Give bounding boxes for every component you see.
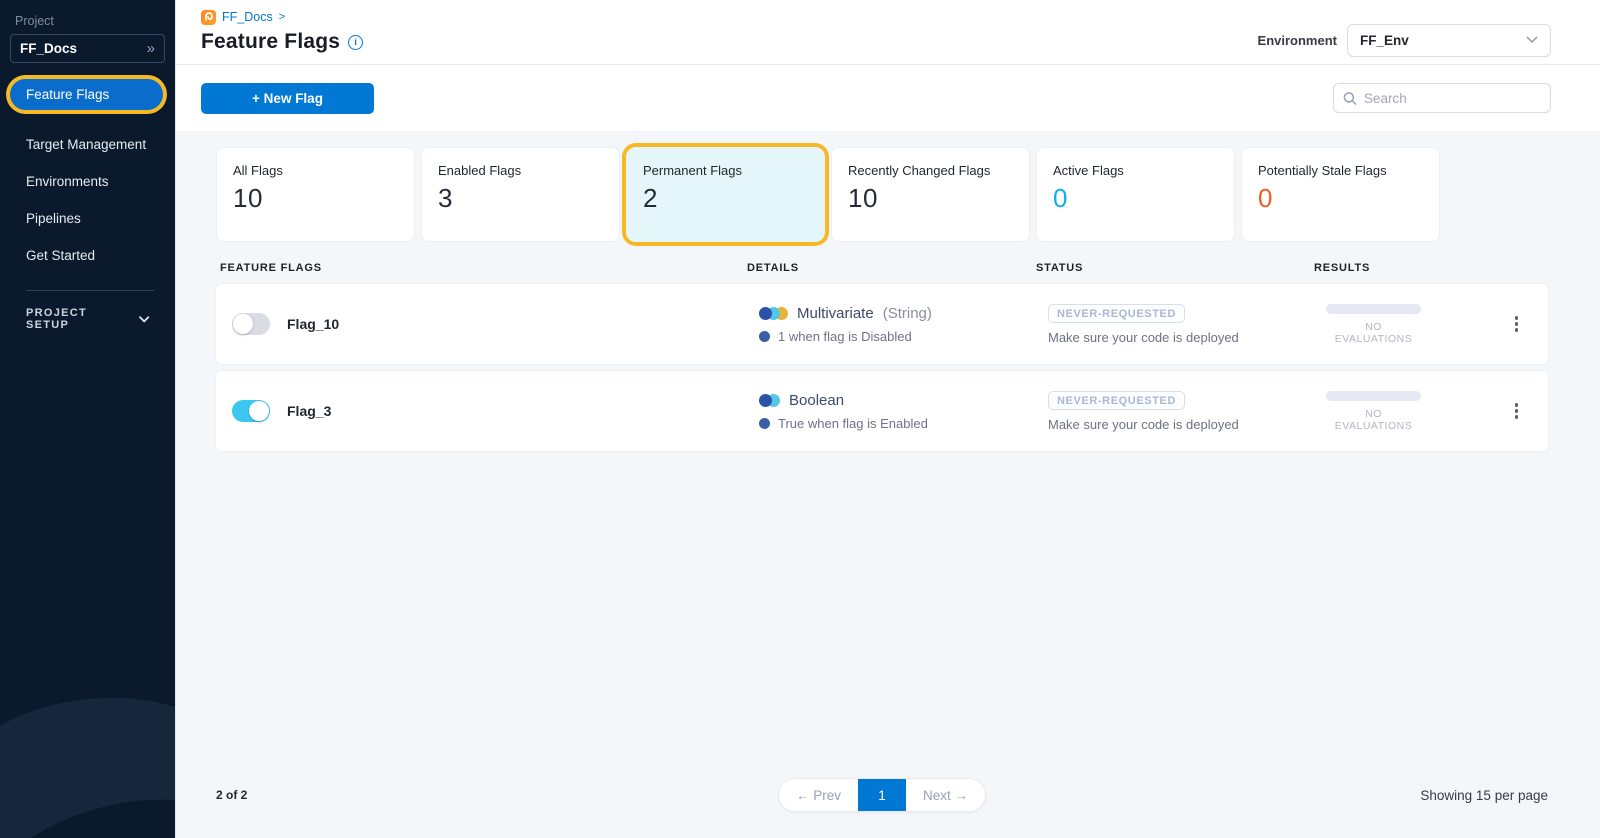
sidebar-item-get-started[interactable]: Get Started <box>0 237 175 274</box>
stat-card-potentially-stale-flags[interactable]: Potentially Stale Flags 0 <box>1241 147 1440 242</box>
flags-table: Flag_10 Multivariate (String) 1 when fla… <box>216 284 1548 451</box>
column-header-status: STATUS <box>1036 262 1314 274</box>
stat-value: 10 <box>233 183 398 214</box>
row-menu-kebab-icon[interactable] <box>1511 399 1523 423</box>
sidebar: Project FF_Docs » Feature Flags Target M… <box>0 0 176 838</box>
stat-label: Potentially Stale Flags <box>1258 163 1423 178</box>
environment-value: FF_Env <box>1360 33 1409 48</box>
results-note: NO EVALUATIONS <box>1326 321 1421 345</box>
boolean-icon <box>759 394 780 407</box>
flag-kind: Multivariate <box>797 305 874 322</box>
table-footer: 2 of 2 ← Prev 1 Next → Showing 15 per pa… <box>216 778 1548 838</box>
stat-label: All Flags <box>233 163 398 178</box>
results-bar <box>1326 304 1421 314</box>
project-label: Project <box>15 14 175 28</box>
chevron-down-icon <box>139 316 149 323</box>
table-row[interactable]: Flag_3 Boolean True when flag is Enabled <box>216 371 1548 451</box>
page-title: Feature Flags <box>201 30 340 54</box>
chevron-right-icon: > <box>279 11 285 23</box>
search-input[interactable] <box>1364 91 1541 106</box>
column-header-details: DETAILS <box>747 262 1036 274</box>
results-bar <box>1326 391 1421 401</box>
stat-label: Active Flags <box>1053 163 1218 178</box>
row-menu-kebab-icon[interactable] <box>1511 312 1523 336</box>
flag-name[interactable]: Flag_3 <box>287 403 331 419</box>
variation-dot-icon <box>759 418 770 429</box>
stat-value: 0 <box>1258 183 1423 214</box>
table-header: FEATURE FLAGS DETAILS STATUS RESULTS <box>216 242 1548 284</box>
environment-select[interactable]: FF_Env <box>1347 24 1551 57</box>
flag-name[interactable]: Flag_10 <box>287 316 339 332</box>
multivariate-icon <box>759 307 788 320</box>
status-badge: NEVER-REQUESTED <box>1048 304 1185 323</box>
row-count: 2 of 2 <box>216 788 436 802</box>
table-row[interactable]: Flag_10 Multivariate (String) 1 when fla… <box>216 284 1548 364</box>
flag-toggle[interactable] <box>232 400 270 422</box>
status-badge: NEVER-REQUESTED <box>1048 391 1185 410</box>
page-number-button[interactable]: 1 <box>858 779 906 811</box>
flag-kind: Boolean <box>789 392 844 409</box>
search-box <box>1333 83 1551 113</box>
stat-label: Recently Changed Flags <box>848 163 1013 178</box>
project-selector[interactable]: FF_Docs » <box>10 34 165 63</box>
page-header: FF_Docs > Feature Flags i Environment FF… <box>176 0 1600 65</box>
stat-card-all-flags[interactable]: All Flags 10 <box>216 147 415 242</box>
project-setup-label: PROJECT SETUP <box>26 307 129 331</box>
prev-page-button[interactable]: ← Prev <box>779 779 858 811</box>
status-note: Make sure your code is deployed <box>1048 330 1326 345</box>
stat-value: 10 <box>848 183 1013 214</box>
default-rule: True when flag is Enabled <box>778 416 928 431</box>
default-rule: 1 when flag is Disabled <box>778 329 912 344</box>
sidebar-item-target-management[interactable]: Target Management <box>0 126 175 163</box>
content: All Flags 10 Enabled Flags 3 Permanent F… <box>176 131 1600 838</box>
stat-card-recently-changed-flags[interactable]: Recently Changed Flags 10 <box>831 147 1030 242</box>
search-icon <box>1343 91 1357 106</box>
project-name: FF_Docs <box>20 41 77 56</box>
sidebar-item-environments[interactable]: Environments <box>0 163 175 200</box>
environment-label: Environment <box>1258 33 1337 48</box>
breadcrumb-project-link[interactable]: FF_Docs <box>222 10 273 24</box>
chevron-down-icon <box>1526 36 1538 44</box>
new-flag-button[interactable]: + New Flag <box>201 83 374 114</box>
per-page-label: Showing 15 per page <box>1328 788 1548 803</box>
column-header-feature-flags: FEATURE FLAGS <box>220 262 747 274</box>
flag-toggle[interactable] <box>232 313 270 335</box>
stat-card-enabled-flags[interactable]: Enabled Flags 3 <box>421 147 620 242</box>
results-note: NO EVALUATIONS <box>1326 408 1421 432</box>
harness-ff-logo-icon <box>201 10 216 25</box>
sidebar-nav: Feature Flags Target Management Environm… <box>0 79 175 274</box>
flag-kind-suffix: (String) <box>883 305 932 322</box>
stat-card-active-flags[interactable]: Active Flags 0 <box>1036 147 1235 242</box>
variation-dot-icon <box>759 331 770 342</box>
sidebar-item-feature-flags[interactable]: Feature Flags <box>10 79 163 110</box>
main-area: FF_Docs > Feature Flags i Environment FF… <box>176 0 1600 838</box>
info-icon[interactable]: i <box>348 35 363 50</box>
pagination: ← Prev 1 Next → <box>778 778 986 812</box>
stat-label: Permanent Flags <box>643 163 808 178</box>
column-header-results: RESULTS <box>1314 262 1454 274</box>
flags-toolbar: + New Flag <box>176 65 1600 131</box>
stat-value: 3 <box>438 183 603 214</box>
stat-value: 2 <box>643 183 808 214</box>
stat-label: Enabled Flags <box>438 163 603 178</box>
status-note: Make sure your code is deployed <box>1048 417 1326 432</box>
double-chevron-right-icon[interactable]: » <box>147 41 155 56</box>
stat-value: 0 <box>1053 183 1218 214</box>
stat-cards: All Flags 10 Enabled Flags 3 Permanent F… <box>216 147 1548 242</box>
breadcrumb: FF_Docs > <box>201 8 363 26</box>
stat-card-permanent-flags[interactable]: Permanent Flags 2 <box>626 147 825 242</box>
project-setup-section[interactable]: PROJECT SETUP <box>0 307 175 331</box>
sidebar-divider <box>26 290 154 291</box>
next-page-button[interactable]: Next → <box>906 779 985 811</box>
sidebar-item-pipelines[interactable]: Pipelines <box>0 200 175 237</box>
